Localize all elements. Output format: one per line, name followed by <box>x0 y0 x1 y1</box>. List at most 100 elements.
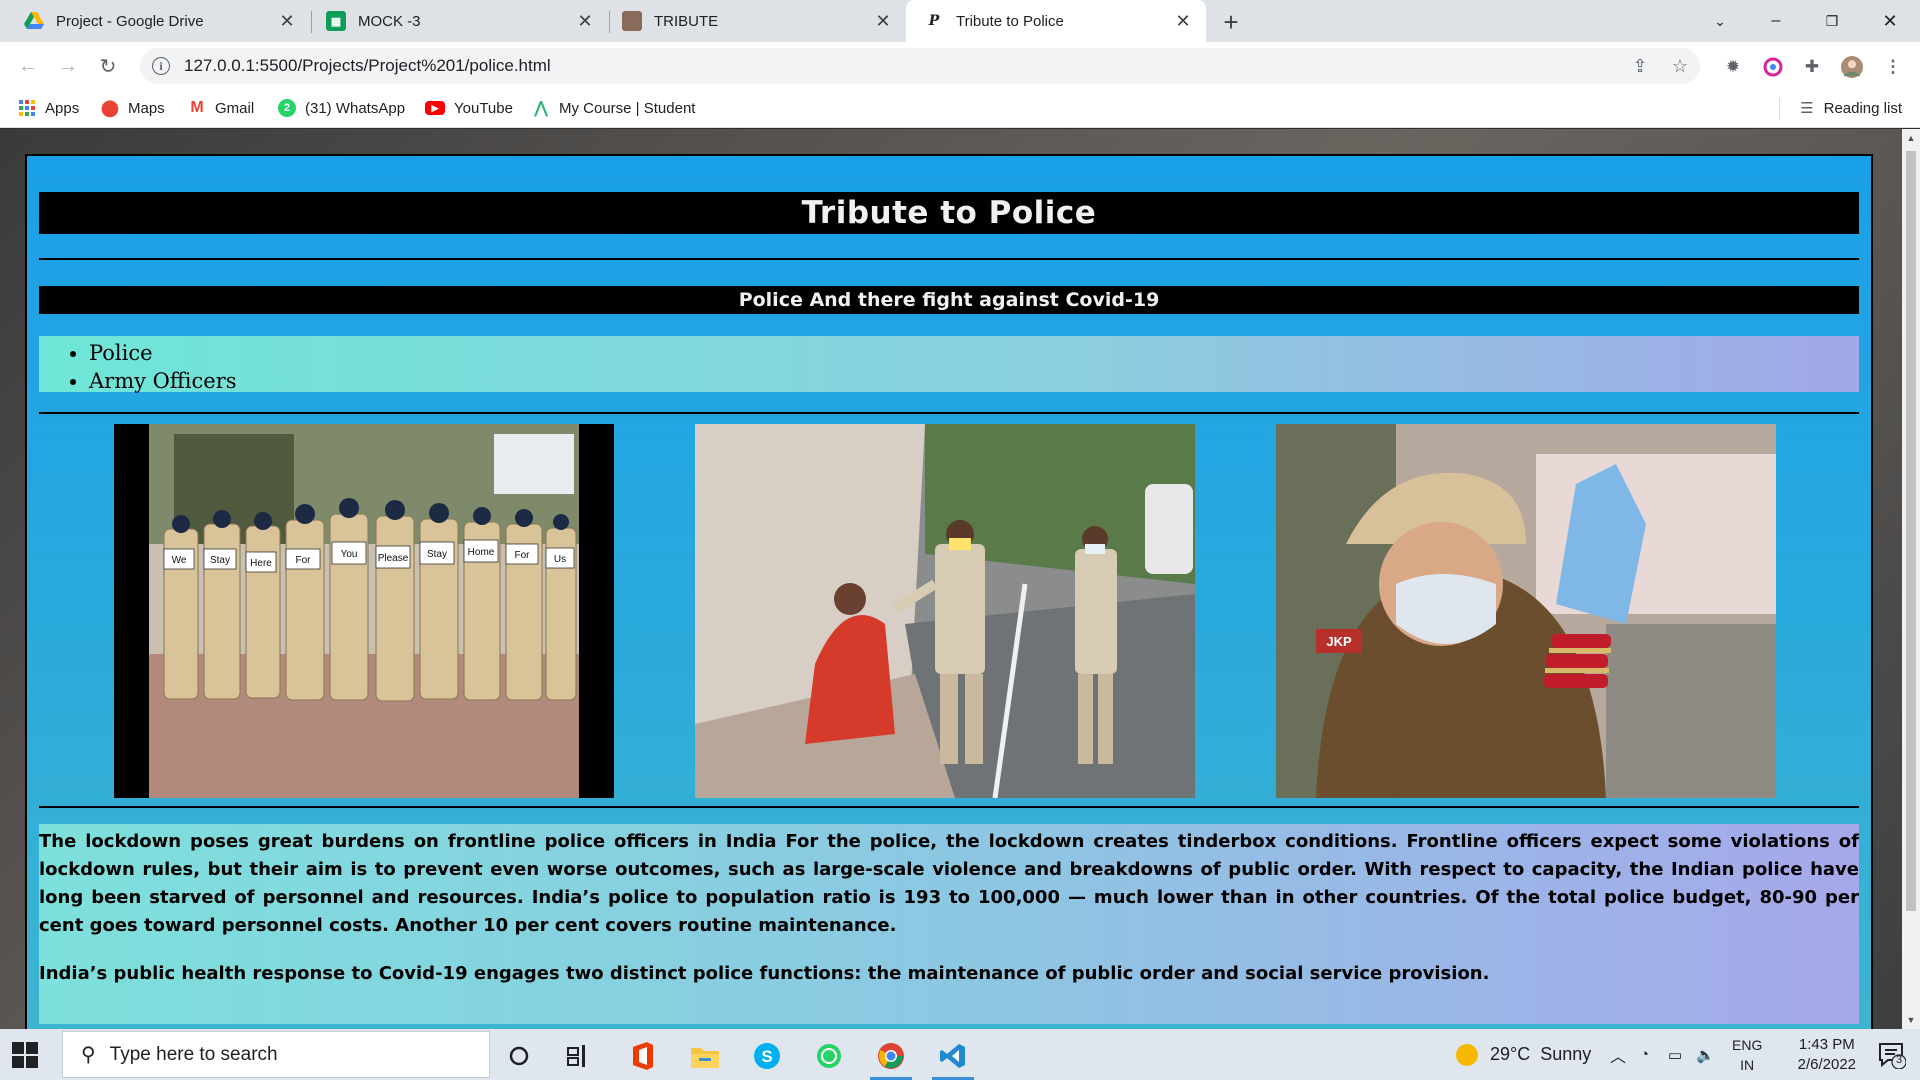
language-indicator[interactable]: ENG IN <box>1732 1035 1762 1075</box>
vscode-taskbar-icon[interactable] <box>926 1034 980 1080</box>
article-text: The lockdown poses great burdens on fron… <box>39 824 1859 1024</box>
minimize-button[interactable]: – <box>1748 0 1804 42</box>
apps-grid-icon <box>18 99 36 117</box>
weather-widget[interactable]: 29°C Sunny <box>1456 1029 1591 1080</box>
badge-text: JKP <box>1326 634 1352 649</box>
tab-strip: Project - Google Drive ✕ ▦ MOCK -3 ✕ TRI… <box>0 0 1920 42</box>
file-explorer-icon[interactable] <box>678 1034 732 1078</box>
sign-text: Stay <box>427 549 447 560</box>
gmail-icon: M <box>190 99 204 116</box>
color-extension-icon[interactable] <box>1762 56 1784 78</box>
battery-icon[interactable]: ▭ <box>1668 1029 1682 1080</box>
officer-gloves-photo: JKP <box>1276 424 1776 798</box>
cortana-circle-icon[interactable] <box>492 1034 546 1078</box>
bookmark-star-icon[interactable]: ☆ <box>1670 56 1690 76</box>
forward-arrow-icon[interactable]: → <box>52 50 84 82</box>
bookmarks-divider <box>1779 98 1780 120</box>
tribute-card: Tribute to Police Police And there fight… <box>25 154 1873 1029</box>
tab-title: TRIBUTE <box>654 12 719 30</box>
network-wifi-icon[interactable]: ◔ <box>1640 1029 1649 1080</box>
google-sheets-icon: ▦ <box>326 11 346 31</box>
show-hidden-icons-chevron-icon[interactable]: ︿ <box>1610 1029 1626 1080</box>
bookmark-label: Apps <box>45 99 80 117</box>
sign-text: Stay <box>210 555 230 566</box>
notification-count: 3 <box>1895 1054 1903 1066</box>
bookmark-label: YouTube <box>454 99 513 117</box>
close-tab-icon[interactable]: ✕ <box>276 10 298 32</box>
whatsapp-icon: 2 <box>278 99 296 117</box>
taskbar-search-box[interactable]: ⚲ Type here to search <box>62 1031 490 1078</box>
tab-google-drive[interactable]: Project - Google Drive ✕ <box>0 0 310 42</box>
bookmark-whatsapp[interactable]: 2 (31) WhatsApp <box>278 96 405 120</box>
whatsapp-desktop-icon[interactable] <box>802 1034 856 1078</box>
horizontal-rule <box>39 258 1859 260</box>
close-tab-icon[interactable]: ✕ <box>574 10 596 32</box>
photo-gallery: We Stay Here For You Please Stay Home Fo… <box>39 414 1859 798</box>
menu-kebab-icon[interactable]: ⋮ <box>1882 56 1904 78</box>
sign-text: Here <box>250 558 272 569</box>
sun-icon <box>1456 1043 1478 1066</box>
tab-tribute-to-police[interactable]: P Tribute to Police ✕ <box>906 0 1206 42</box>
bookmark-youtube[interactable]: ▶ YouTube <box>425 96 513 120</box>
sign-text: For <box>515 550 531 561</box>
share-icon[interactable]: ⇪ <box>1630 56 1650 76</box>
task-view-icon[interactable] <box>552 1034 606 1078</box>
google-drive-icon <box>24 11 44 31</box>
sign-text: Us <box>554 554 566 565</box>
search-placeholder: Type here to search <box>109 1043 278 1065</box>
scroll-down-arrow-icon[interactable]: ▼ <box>1906 1015 1916 1025</box>
weather-text: 29°C Sunny <box>1490 1044 1592 1064</box>
bookmark-label: (31) WhatsApp <box>305 99 406 117</box>
extensions-puzzle-icon[interactable]: ✚ <box>1801 56 1823 78</box>
notification-center-icon[interactable]: 3 <box>1878 1041 1907 1070</box>
bookmark-gmail[interactable]: M Gmail <box>188 96 254 120</box>
url-text[interactable]: 127.0.0.1:5500/Projects/Project%201/poli… <box>184 56 551 76</box>
sign-text: For <box>296 555 312 566</box>
sign-text: You <box>341 549 358 560</box>
new-tab-button[interactable]: + <box>1215 6 1247 38</box>
scrollbar-thumb[interactable] <box>1906 151 1916 911</box>
close-tab-icon[interactable]: ✕ <box>872 10 894 32</box>
profile-avatar[interactable] <box>1841 56 1863 78</box>
sign-text: We <box>172 555 187 566</box>
list-item: Police <box>89 339 1859 367</box>
page-subtitle: Police And there fight against Covid-19 <box>39 286 1859 314</box>
close-window-button[interactable]: ✕ <box>1862 0 1918 42</box>
tab-title: Project - Google Drive <box>56 12 204 30</box>
back-arrow-icon[interactable]: ← <box>12 50 44 82</box>
volume-icon[interactable]: 🔈 <box>1696 1029 1715 1080</box>
clock-date: 2/6/2022 <box>1797 1056 1856 1073</box>
extension-bug-icon[interactable]: ✹ <box>1722 56 1744 78</box>
site-info-icon[interactable]: i <box>152 57 170 75</box>
bookmark-my-course[interactable]: ⋀ My Course | Student <box>532 96 695 120</box>
p-letter-icon: P <box>928 13 940 29</box>
office-icon[interactable] <box>616 1034 670 1078</box>
tab-title: Tribute to Police <box>956 12 1064 30</box>
skype-icon[interactable]: S <box>740 1034 794 1078</box>
close-tab-icon[interactable]: ✕ <box>1172 10 1194 32</box>
windows-start-icon[interactable] <box>12 1042 38 1068</box>
tab-tribute[interactable]: TRIBUTE ✕ <box>610 0 906 42</box>
chrome-taskbar-icon[interactable] <box>864 1034 918 1080</box>
tab-mock-3[interactable]: ▦ MOCK -3 ✕ <box>312 0 608 42</box>
reload-icon[interactable]: ↻ <box>92 50 124 82</box>
reading-list-button[interactable]: ☰ Reading list <box>1800 96 1902 120</box>
restore-button[interactable]: ❐ <box>1804 0 1860 42</box>
horizontal-rule <box>39 806 1859 808</box>
system-clock[interactable]: 1:43 PM 2/6/2022 <box>1798 1035 1856 1075</box>
bookmarks-bar: Apps ⬤ Maps M Gmail 2 (31) WhatsApp ▶ Yo… <box>0 88 1920 128</box>
bookmark-apps[interactable]: Apps <box>18 96 79 120</box>
bookmark-label: Maps <box>128 99 165 117</box>
bookmark-maps[interactable]: ⬤ Maps <box>101 96 165 120</box>
search-icon: ⚲ <box>81 1044 96 1066</box>
address-bar[interactable]: i 127.0.0.1:5500/Projects/Project%201/po… <box>140 48 1700 84</box>
language-code: ENG <box>1732 1037 1763 1053</box>
youtube-icon: ▶ <box>425 101 445 115</box>
clock-time: 1:43 PM <box>1798 1036 1855 1053</box>
police-group-photo: We Stay Here For You Please Stay Home Fo… <box>114 424 614 798</box>
region-code: IN <box>1740 1057 1755 1073</box>
scroll-up-arrow-icon[interactable]: ▲ <box>1906 133 1916 143</box>
bullet-list: Police Army Officers <box>39 336 1859 393</box>
tab-search-chevron-icon[interactable]: ⌄ <box>1692 0 1748 42</box>
vertical-scrollbar[interactable]: ▲ ▼ <box>1902 129 1920 1029</box>
